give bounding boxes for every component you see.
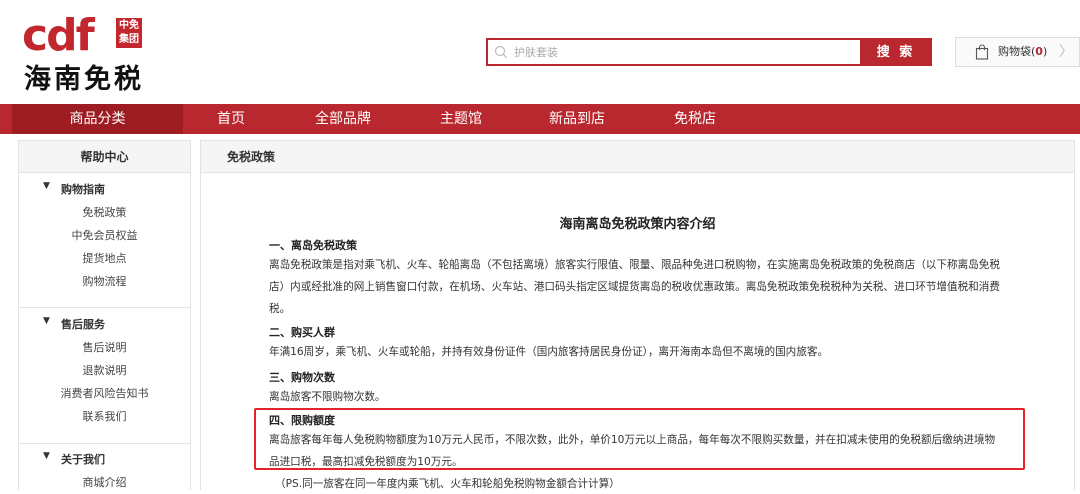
search-input[interactable] bbox=[514, 40, 854, 64]
cart-count: 0 bbox=[1035, 45, 1043, 58]
cart-label: 购物袋(0) bbox=[998, 38, 1047, 66]
logo[interactable]: cdf 中免 集团 海南免税 bbox=[22, 12, 144, 96]
paragraph-line: 离岛旅客不限购物次数。 bbox=[269, 391, 386, 403]
paragraph-line: 离岛免税政策是指对乘飞机、火车、轮船离岛（不包括离境）旅客实行限值、限量、限品种… bbox=[269, 259, 1000, 271]
nav-category[interactable]: 商品分类 bbox=[12, 104, 183, 134]
logo-badge-line2: 集团 bbox=[119, 34, 139, 45]
logo-badge-line1: 中免 bbox=[119, 20, 139, 31]
sidebar-item-aftersales[interactable]: 售后说明 bbox=[19, 339, 190, 355]
paragraph-line: 店）内或经批准的网上销售窗口付款，在机场、火车站、港口码头指定区域提货离岛的税收… bbox=[269, 281, 1000, 293]
paragraph-line: 年满16周岁，乘飞机、火车或轮船，并持有效身份证件（国内旅客持居民身份证），离开… bbox=[269, 346, 829, 358]
section-heading: 一、离岛免税政策 bbox=[269, 239, 357, 252]
nav-item-brands[interactable]: 全部品牌 bbox=[315, 104, 371, 134]
sidebar-item-risk[interactable]: 消费者风险告知书 bbox=[19, 385, 190, 401]
sidebar-item-refund[interactable]: 退款说明 bbox=[19, 362, 190, 378]
main-nav: 商品分类 首页 全部品牌 主题馆 新品到店 免税店 bbox=[0, 104, 1080, 134]
chevron-right-icon: 〉 bbox=[1059, 44, 1073, 60]
sidebar-group-title[interactable]: ▼ 购物指南 bbox=[43, 181, 105, 197]
sidebar-group-title[interactable]: ▼ 关于我们 bbox=[43, 451, 105, 467]
nav-item-home[interactable]: 首页 bbox=[217, 104, 245, 134]
cart-button[interactable]: 购物袋(0) 〉 bbox=[955, 37, 1080, 67]
logo-subtitle: 海南免税 bbox=[24, 64, 144, 95]
logo-brand: cdf bbox=[22, 10, 95, 61]
sidebar-item-mall-intro[interactable]: 商城介绍 bbox=[19, 474, 190, 490]
page-title: 海南离岛免税政策内容介绍 bbox=[559, 217, 716, 232]
sidebar-group-label: 售后服务 bbox=[61, 318, 105, 331]
section-heading: 三、购物次数 bbox=[269, 371, 335, 384]
nav-item-themes[interactable]: 主题馆 bbox=[440, 104, 482, 134]
search-button[interactable]: 搜 索 bbox=[860, 38, 932, 66]
sidebar: 帮助中心 ▼ 购物指南 免税政策 中免会员权益 提货地点 购物流程 ▼ 售后服务… bbox=[18, 140, 191, 490]
search-icon bbox=[494, 45, 507, 58]
sidebar-item-member-rights[interactable]: 中免会员权益 bbox=[19, 227, 190, 243]
paragraph-line: 税。 bbox=[269, 303, 291, 315]
divider bbox=[19, 443, 190, 444]
caret-down-icon: ▼ bbox=[43, 451, 50, 461]
caret-down-icon: ▼ bbox=[43, 316, 50, 326]
sidebar-item-dutyfree-policy[interactable]: 免税政策 bbox=[19, 204, 190, 220]
cart-paren-close: ) bbox=[1042, 45, 1048, 58]
note: （PS.同一旅客在同一年度内乘飞机、火车和轮船免税购物金额合计计算） bbox=[275, 478, 620, 490]
divider bbox=[19, 307, 190, 308]
nav-item-new[interactable]: 新品到店 bbox=[549, 104, 605, 134]
sidebar-group-title[interactable]: ▼ 售后服务 bbox=[43, 316, 105, 332]
logo-badge: 中免 集团 bbox=[116, 18, 142, 48]
cart-text: 购物袋 bbox=[998, 45, 1031, 58]
header: cdf 中免 集团 海南免税 搜 索 购物袋(0) 〉 bbox=[0, 0, 1080, 104]
sidebar-group-label: 关于我们 bbox=[61, 453, 105, 466]
sidebar-group-label: 购物指南 bbox=[61, 183, 105, 196]
sidebar-item-pickup[interactable]: 提货地点 bbox=[19, 250, 190, 266]
sidebar-item-contact[interactable]: 联系我们 bbox=[19, 408, 190, 424]
highlight-box bbox=[254, 408, 1025, 470]
sidebar-title: 帮助中心 bbox=[19, 141, 190, 173]
nav-item-dutyfree[interactable]: 免税店 bbox=[674, 104, 716, 134]
caret-down-icon: ▼ bbox=[43, 181, 50, 191]
breadcrumb: 免税政策 bbox=[201, 141, 1074, 173]
cart-icon bbox=[975, 44, 989, 60]
search-bar: 搜 索 bbox=[486, 38, 932, 66]
sidebar-item-process[interactable]: 购物流程 bbox=[19, 273, 190, 289]
section-heading: 二、购买人群 bbox=[269, 326, 335, 339]
